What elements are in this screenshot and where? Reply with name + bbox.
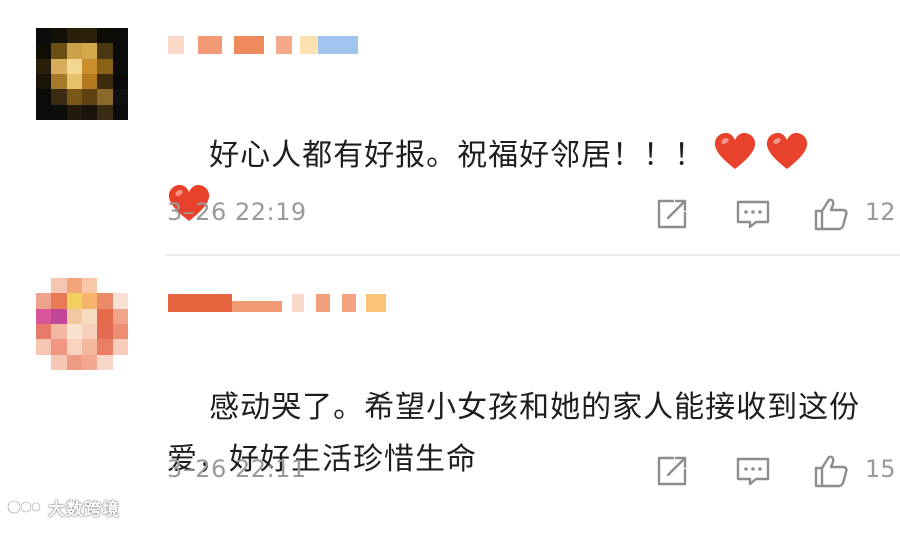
username-redacted[interactable] [168,294,386,312]
comment-item: 好心人都有好报。祝福好邻居！！！ 3–26 22:19 12 [0,0,900,256]
comment-item: 感动哭了。希望小女孩和她的家人能接收到这份爱，好好生活珍惜生命 3–26 22:… [0,256,900,523]
reply-button[interactable] [735,196,775,236]
timestamp: 3–26 22:11 [167,455,307,483]
share-icon [657,199,687,229]
timestamp: 3–26 22:19 [167,198,307,226]
comment-meta: 3–26 22:19 12 [167,196,900,236]
comment-body: 好心人都有好报。祝福好邻居！！！ [209,138,706,173]
thumbs-up-icon [814,455,848,488]
watermark: 大数跨境 [6,494,120,520]
reply-button[interactable] [735,453,775,493]
comment-text: 感动哭了。希望小女孩和她的家人能接收到这份爱，好好生活珍惜生命 [167,330,897,538]
comment-meta: 3–26 22:11 15 [167,453,900,493]
share-button[interactable] [654,453,694,493]
username-redacted[interactable] [168,36,358,54]
heart-emoji-icon [765,131,809,171]
like-button[interactable]: 15 [813,453,900,493]
like-count: 12 [865,198,896,226]
heart-emoji-icon [713,131,757,171]
comment-icon [736,200,770,229]
watermark-text: 大数跨境 [48,499,120,520]
avatar[interactable] [36,278,128,370]
watermark-logo-icon [6,496,44,518]
avatar[interactable] [36,28,128,120]
like-button[interactable]: 12 [813,196,900,236]
like-count: 15 [865,455,896,483]
comment-icon [736,457,770,486]
thumbs-up-icon [814,198,848,231]
share-icon [657,456,687,486]
share-button[interactable] [654,196,694,236]
